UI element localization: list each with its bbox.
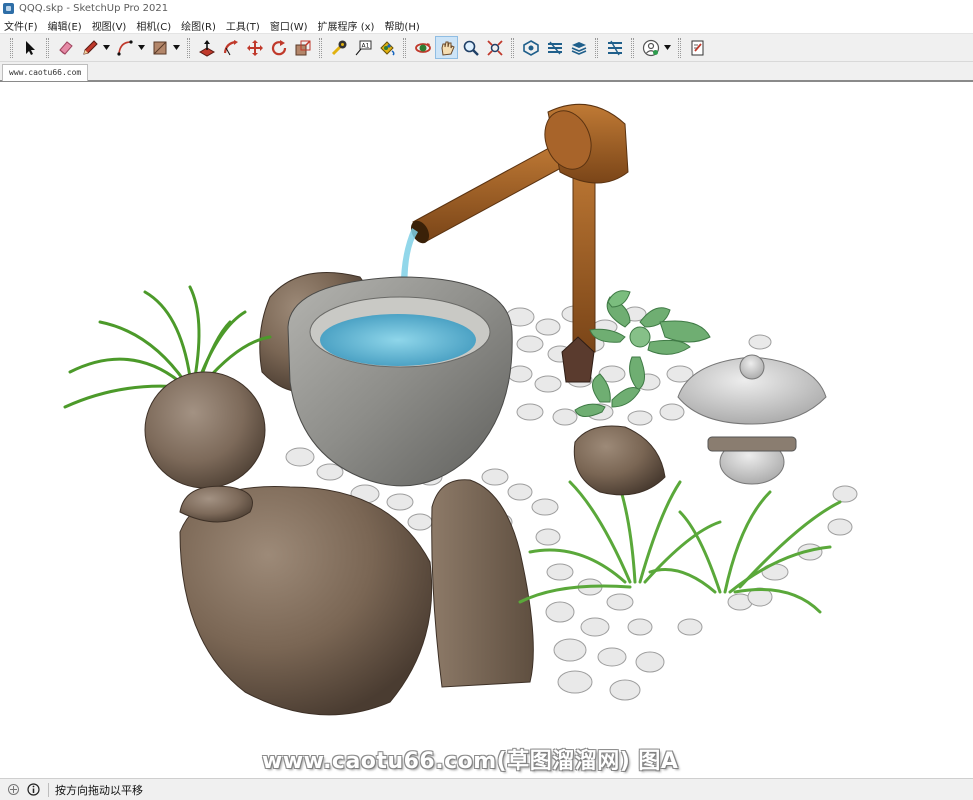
- rotate-icon: [271, 39, 286, 55]
- menu-bar: 文件(F) 编辑(E) 视图(V) 相机(C) 绘图(R) 工具(T) 窗口(W…: [0, 17, 973, 33]
- follow-me-tool-button[interactable]: [219, 36, 242, 59]
- select-tool-button[interactable]: [18, 36, 41, 59]
- extension-warehouse-button[interactable]: [543, 36, 566, 59]
- pan-tool-button[interactable]: [435, 36, 458, 59]
- eraser-tool-button[interactable]: [54, 36, 77, 59]
- small-rock: [179, 485, 253, 523]
- pan-hand-icon: [440, 41, 455, 56]
- tape-measure-icon: [331, 40, 346, 55]
- toolbar-separator: [46, 37, 49, 58]
- left-round-rock: [144, 371, 266, 489]
- toolbar-separator: [511, 37, 514, 58]
- geo-location-icon[interactable]: [6, 783, 20, 797]
- menu-window[interactable]: 窗口(W): [270, 18, 308, 33]
- user-account-icon: [642, 39, 659, 56]
- title-bar: QQQ.skp - SketchUp Pro 2021: [0, 0, 973, 17]
- warehouse-icon: [522, 39, 539, 56]
- follow-me-icon: [223, 39, 238, 55]
- account-button[interactable]: [639, 36, 662, 59]
- magnifier-icon: [463, 40, 479, 56]
- info-icon[interactable]: [26, 783, 40, 797]
- right-grass: [518, 460, 842, 614]
- layout-icon: [607, 40, 622, 55]
- chevron-down-icon: [664, 45, 671, 50]
- text-label-icon: A1: [355, 40, 371, 55]
- arc-tool-button[interactable]: [113, 36, 136, 59]
- watermark-text: www.caotu66.com(草图溜溜网) 图A: [262, 749, 679, 774]
- paint-bucket-icon: [379, 40, 395, 56]
- pencil-icon: [82, 39, 98, 55]
- send-to-layout-button[interactable]: [603, 36, 626, 59]
- account-dropdown[interactable]: [663, 36, 672, 59]
- select-arrow-icon: [25, 40, 35, 55]
- status-bar: 按方向拖动以平移: [0, 778, 973, 800]
- chevron-down-icon: [173, 45, 180, 50]
- text-tool-button[interactable]: A1: [351, 36, 374, 59]
- rotate-tool-button[interactable]: [267, 36, 290, 59]
- zoom-extents-tool-button[interactable]: [483, 36, 506, 59]
- zoom-extents-icon: [486, 39, 503, 56]
- sketchup-logo-icon: [3, 3, 14, 14]
- main-toolbar: A1: [0, 33, 973, 62]
- toolbar-grip[interactable]: [10, 37, 13, 58]
- sketchup-window: QQQ.skp - SketchUp Pro 2021 文件(F) 编辑(E) …: [0, 0, 973, 800]
- shape-tool-button[interactable]: [148, 36, 171, 59]
- toolbar-separator: [319, 37, 322, 58]
- menu-edit[interactable]: 编辑(E): [48, 18, 82, 33]
- menu-camera[interactable]: 相机(C): [136, 18, 171, 33]
- menu-file[interactable]: 文件(F): [4, 18, 38, 33]
- rectangle-icon: [153, 41, 166, 54]
- scene-tab[interactable]: www.caotu66.com: [2, 64, 89, 81]
- shape-dropdown[interactable]: [172, 36, 181, 59]
- chevron-down-icon: [138, 45, 145, 50]
- move-tool-button[interactable]: [243, 36, 266, 59]
- scale-icon: [295, 39, 311, 55]
- 3d-warehouse-button[interactable]: [519, 36, 542, 59]
- toolbar-separator: [631, 37, 634, 58]
- stone-bowl: [287, 276, 513, 487]
- orbit-tool-button[interactable]: [411, 36, 434, 59]
- svg-text:A1: A1: [361, 42, 369, 49]
- toolbar-separator: [678, 37, 681, 58]
- menu-help[interactable]: 帮助(H): [384, 18, 419, 33]
- line-tool-button[interactable]: [78, 36, 101, 59]
- window-title: QQQ.skp - SketchUp Pro 2021: [19, 3, 169, 14]
- menu-tools[interactable]: 工具(T): [226, 18, 260, 33]
- paint-bucket-tool-button[interactable]: [375, 36, 398, 59]
- tall-standing-stone: [431, 479, 534, 688]
- arc-dropdown[interactable]: [137, 36, 146, 59]
- garden-fountain-model: [63, 103, 858, 716]
- model-viewport[interactable]: www.caotu66.com(草图溜溜网) 图A: [0, 82, 973, 778]
- eraser-icon: [58, 40, 73, 55]
- line-dropdown[interactable]: [102, 36, 111, 59]
- zoom-tool-button[interactable]: [459, 36, 482, 59]
- tape-measure-tool-button[interactable]: [327, 36, 350, 59]
- document-edit-icon: [691, 40, 703, 55]
- status-separator: [48, 782, 49, 797]
- toolbar-separator: [187, 37, 190, 58]
- scene-tab-strip: www.caotu66.com: [0, 62, 973, 82]
- push-pull-tool-button[interactable]: [195, 36, 218, 59]
- stone-lantern: [677, 354, 827, 485]
- chevron-down-icon: [103, 45, 110, 50]
- arc-icon: [116, 39, 133, 56]
- push-pull-icon: [198, 39, 215, 57]
- extension-manager-button[interactable]: [567, 36, 590, 59]
- toolbar-separator: [595, 37, 598, 58]
- mid-rock: [573, 425, 666, 496]
- menu-draw[interactable]: 绘图(R): [181, 18, 216, 33]
- move-arrows-icon: [246, 39, 263, 56]
- menu-extensions[interactable]: 扩展程序 (x): [318, 18, 375, 33]
- status-message: 按方向拖动以平移: [55, 783, 143, 797]
- orbit-icon: [414, 42, 431, 53]
- toolbar-separator: [403, 37, 406, 58]
- scale-tool-button[interactable]: [291, 36, 314, 59]
- menu-view[interactable]: 视图(V): [92, 18, 127, 33]
- style-builder-button[interactable]: [686, 36, 709, 59]
- extension-icon: [547, 41, 562, 54]
- stack-layers-icon: [571, 41, 586, 55]
